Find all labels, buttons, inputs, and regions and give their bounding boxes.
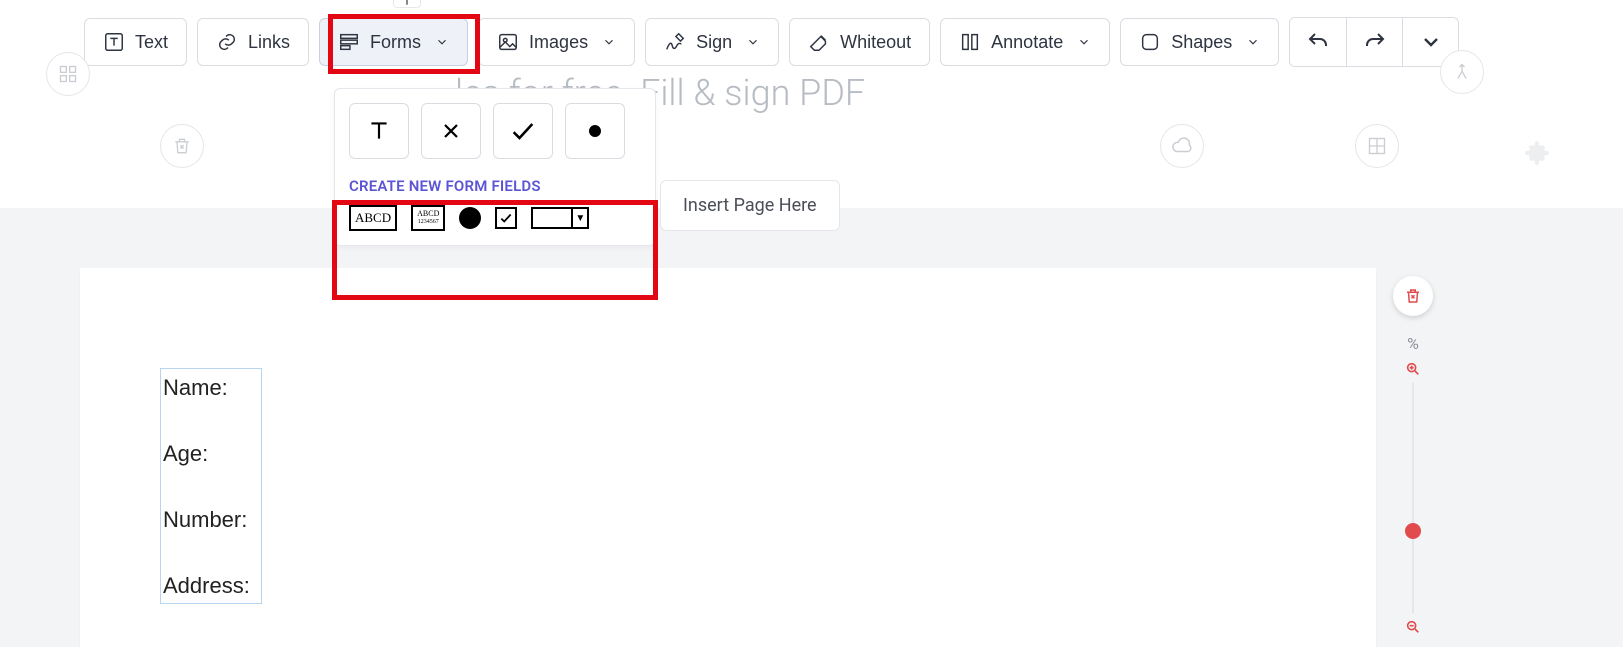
insert-page-label: Insert Page Here (683, 195, 817, 216)
zoom-percent-label: % (1407, 334, 1419, 353)
insert-text-tool[interactable] (349, 103, 409, 159)
annotate-icon (959, 31, 981, 53)
dot-icon (587, 123, 603, 139)
trash-icon (1404, 287, 1422, 305)
insert-dot-tool[interactable] (565, 103, 625, 159)
puzzle-icon (1525, 139, 1551, 165)
shapes-tool-button[interactable]: Shapes (1120, 18, 1279, 66)
links-tool-label: Links (248, 32, 290, 53)
whiteout-tool-label: Whiteout (840, 32, 911, 53)
forms-icon (338, 31, 360, 53)
whiteout-tool-button[interactable]: Whiteout (789, 18, 930, 66)
create-form-fields-label: CREATE NEW FORM FIELDS (349, 177, 641, 195)
chevron-down-icon (435, 35, 449, 49)
selected-text-region[interactable]: Name: Age: Number: Address: (160, 368, 262, 604)
shapes-tool-label: Shapes (1171, 32, 1232, 53)
zoom-slider-track[interactable] (1412, 383, 1414, 613)
top-toolbar-region: Text Links Forms Images Sign Whiteout (0, 0, 1623, 80)
links-tool-button[interactable]: Links (197, 18, 309, 66)
dropdown-box-icon (531, 207, 573, 229)
delete-page-button[interactable] (160, 124, 204, 168)
doc-field-address: Address: (163, 573, 259, 599)
text-tool-label: Text (135, 32, 168, 53)
insert-check-tool[interactable] (493, 103, 553, 159)
grid-icon (58, 64, 78, 84)
doc-field-age: Age: (163, 441, 259, 467)
link-icon (216, 31, 238, 53)
form-text-field[interactable]: ABCD (349, 205, 397, 231)
cloud-button[interactable] (1160, 124, 1204, 168)
x-icon (439, 119, 463, 143)
chevron-down-icon (602, 35, 616, 49)
right-zoom-controls: % (1391, 276, 1435, 635)
images-tool-button[interactable]: Images (478, 18, 635, 66)
grid-view-button[interactable] (46, 52, 90, 96)
forms-tool-button[interactable]: Forms (319, 18, 468, 66)
redo-icon (1363, 30, 1387, 54)
add-page-button[interactable] (393, 0, 421, 8)
sign-tool-label: Sign (696, 32, 732, 53)
form-number-field-bottom: 1234567 (418, 218, 439, 226)
forms-tool-label: Forms (370, 32, 421, 53)
history-group (1289, 17, 1459, 67)
insert-page-popover[interactable]: Insert Page Here (660, 180, 840, 231)
chevron-down-icon (1077, 35, 1091, 49)
redo-button[interactable] (1346, 18, 1402, 66)
form-text-field-label: ABCD (355, 210, 391, 226)
text-icon (103, 31, 125, 53)
merge-icon (1452, 62, 1472, 82)
undo-icon (1306, 30, 1330, 54)
zoom-slider-thumb[interactable] (1405, 523, 1421, 539)
form-number-field[interactable]: ABCD 1234567 (411, 205, 445, 231)
layout-grid-icon (1367, 136, 1387, 156)
doc-field-number: Number: (163, 507, 259, 533)
form-field-types-row: ABCD ABCD 1234567 ▼ (349, 205, 641, 231)
undo-button[interactable] (1290, 18, 1346, 66)
chevron-down-icon (746, 35, 760, 49)
main-toolbar: Text Links Forms Images Sign Whiteout (0, 4, 1623, 80)
annotate-tool-label: Annotate (991, 32, 1063, 53)
chevron-down-icon (1419, 30, 1443, 54)
shapes-icon (1139, 31, 1161, 53)
workspace-area: Name: Age: Number: Address: % (0, 208, 1623, 647)
annotate-tool-button[interactable]: Annotate (940, 18, 1110, 66)
forms-dropdown-panel: CREATE NEW FORM FIELDS ABCD ABCD 1234567… (334, 88, 656, 246)
insert-x-tool[interactable] (421, 103, 481, 159)
text-tool-button[interactable]: Text (84, 18, 187, 66)
signature-icon (664, 31, 686, 53)
eraser-icon (808, 31, 830, 53)
right-delete-button[interactable] (1393, 276, 1433, 316)
layout-grid-button[interactable] (1355, 124, 1399, 168)
chevron-down-icon (1246, 35, 1260, 49)
check-icon (499, 211, 513, 225)
dropdown-arrow-icon: ▼ (573, 207, 589, 229)
image-icon (497, 31, 519, 53)
trash-icon (172, 136, 192, 156)
text-t-icon (366, 118, 392, 144)
images-tool-label: Images (529, 32, 588, 53)
pdf-document-page[interactable]: Name: Age: Number: Address: (80, 268, 1376, 648)
plus-icon (400, 0, 414, 5)
cloud-icon (1171, 135, 1193, 157)
form-number-field-top: ABCD (417, 210, 439, 218)
doc-field-name: Name: (163, 375, 259, 401)
merge-button[interactable] (1440, 50, 1484, 94)
forms-quick-tools-row (349, 103, 641, 159)
extensions-button[interactable] (1518, 132, 1558, 172)
zoom-out-icon[interactable] (1405, 619, 1421, 635)
check-icon (509, 117, 537, 145)
sign-tool-button[interactable]: Sign (645, 18, 779, 66)
zoom-in-icon[interactable] (1405, 361, 1421, 377)
form-dropdown-field[interactable]: ▼ (531, 207, 589, 229)
form-checkbox-field[interactable] (495, 207, 517, 229)
form-radio-field[interactable] (459, 207, 481, 229)
